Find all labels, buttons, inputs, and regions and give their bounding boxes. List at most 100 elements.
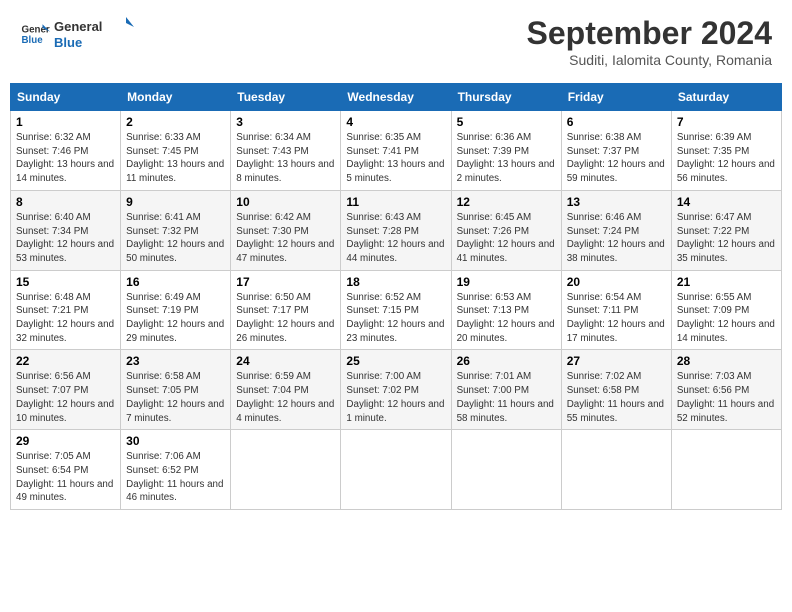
day-info: Sunrise: 7:02 AM Sunset: 6:58 PM Dayligh… [567, 370, 666, 425]
day-info: Sunrise: 6:45 AM Sunset: 7:26 PM Dayligh… [457, 211, 556, 266]
calendar-day-cell: 5 Sunrise: 6:36 AM Sunset: 7:39 PM Daylig… [451, 111, 561, 191]
calendar-day-cell [671, 430, 781, 510]
day-info: Sunrise: 6:33 AM Sunset: 7:45 PM Dayligh… [126, 131, 225, 186]
calendar-table: SundayMondayTuesdayWednesdayThursdayFrid… [10, 83, 782, 510]
calendar-day-cell: 12 Sunrise: 6:45 AM Sunset: 7:26 PM Dayli… [451, 190, 561, 270]
day-number: 22 [16, 354, 115, 368]
calendar-day-cell: 1Sunrise: 6:32 AM Sunset: 7:46 PM Daylig… [11, 111, 121, 191]
calendar-day-cell: 6 Sunrise: 6:38 AM Sunset: 7:37 PM Daylig… [561, 111, 671, 191]
day-number: 26 [457, 354, 556, 368]
day-info: Sunrise: 6:59 AM Sunset: 7:04 PM Dayligh… [236, 370, 335, 425]
day-number: 14 [677, 195, 776, 209]
day-number: 19 [457, 275, 556, 289]
svg-text:General: General [22, 25, 51, 36]
day-info: Sunrise: 6:35 AM Sunset: 7:41 PM Dayligh… [346, 131, 445, 186]
day-info: Sunrise: 6:54 AM Sunset: 7:11 PM Dayligh… [567, 291, 666, 346]
day-number: 15 [16, 275, 115, 289]
calendar-day-cell: 27Sunrise: 7:02 AM Sunset: 6:58 PM Dayli… [561, 350, 671, 430]
column-header-wednesday: Wednesday [341, 84, 451, 111]
day-number: 16 [126, 275, 225, 289]
calendar-day-cell: 22 Sunrise: 6:56 AM Sunset: 7:07 PM Dayli… [11, 350, 121, 430]
day-number: 5 [457, 115, 556, 129]
day-number: 18 [346, 275, 445, 289]
svg-text:Blue: Blue [54, 35, 82, 50]
day-info: Sunrise: 6:50 AM Sunset: 7:17 PM Dayligh… [236, 291, 335, 346]
day-info: Sunrise: 7:06 AM Sunset: 6:52 PM Dayligh… [126, 450, 225, 505]
calendar-day-cell: 29Sunrise: 7:05 AM Sunset: 6:54 PM Dayli… [11, 430, 121, 510]
day-number: 11 [346, 195, 445, 209]
calendar-day-cell: 10 Sunrise: 6:42 AM Sunset: 7:30 PM Dayli… [231, 190, 341, 270]
calendar-day-cell: 7Sunrise: 6:39 AM Sunset: 7:35 PM Daylig… [671, 111, 781, 191]
day-info: Sunrise: 6:52 AM Sunset: 7:15 PM Dayligh… [346, 291, 445, 346]
day-info: Sunrise: 7:05 AM Sunset: 6:54 PM Dayligh… [16, 450, 115, 505]
day-info: Sunrise: 6:53 AM Sunset: 7:13 PM Dayligh… [457, 291, 556, 346]
column-header-thursday: Thursday [451, 84, 561, 111]
calendar-day-cell: 24 Sunrise: 6:59 AM Sunset: 7:04 PM Dayli… [231, 350, 341, 430]
day-info: Sunrise: 6:48 AM Sunset: 7:21 PM Dayligh… [16, 291, 115, 346]
day-info: Sunrise: 6:49 AM Sunset: 7:19 PM Dayligh… [126, 291, 225, 346]
calendar-week-3: 15 Sunrise: 6:48 AM Sunset: 7:21 PM Dayli… [11, 270, 782, 350]
logo-text: General Blue [54, 15, 134, 53]
day-info: Sunrise: 6:38 AM Sunset: 7:37 PM Dayligh… [567, 131, 666, 186]
day-info: Sunrise: 6:41 AM Sunset: 7:32 PM Dayligh… [126, 211, 225, 266]
calendar-header-row: SundayMondayTuesdayWednesdayThursdayFrid… [11, 84, 782, 111]
day-number: 6 [567, 115, 666, 129]
day-number: 21 [677, 275, 776, 289]
calendar-day-cell: 18 Sunrise: 6:52 AM Sunset: 7:15 PM Dayli… [341, 270, 451, 350]
day-number: 12 [457, 195, 556, 209]
title-block: September 2024 Suditi, Ialomita County, … [527, 15, 772, 68]
day-info: Sunrise: 6:46 AM Sunset: 7:24 PM Dayligh… [567, 211, 666, 266]
svg-text:General: General [54, 19, 102, 34]
day-number: 23 [126, 354, 225, 368]
calendar-day-cell: 23 Sunrise: 6:58 AM Sunset: 7:05 PM Dayli… [121, 350, 231, 430]
day-number: 7 [677, 115, 776, 129]
day-number: 10 [236, 195, 335, 209]
logo-icon: General Blue [20, 19, 50, 49]
calendar-week-2: 8 Sunrise: 6:40 AM Sunset: 7:34 PM Daylig… [11, 190, 782, 270]
day-number: 30 [126, 434, 225, 448]
calendar-day-cell: 20 Sunrise: 6:54 AM Sunset: 7:11 PM Dayli… [561, 270, 671, 350]
day-info: Sunrise: 6:34 AM Sunset: 7:43 PM Dayligh… [236, 131, 335, 186]
column-header-monday: Monday [121, 84, 231, 111]
calendar-day-cell [561, 430, 671, 510]
calendar-day-cell: 4Sunrise: 6:35 AM Sunset: 7:41 PM Daylig… [341, 111, 451, 191]
calendar-day-cell: 17 Sunrise: 6:50 AM Sunset: 7:17 PM Dayli… [231, 270, 341, 350]
day-info: Sunrise: 6:55 AM Sunset: 7:09 PM Dayligh… [677, 291, 776, 346]
day-number: 20 [567, 275, 666, 289]
calendar-day-cell: 3Sunrise: 6:34 AM Sunset: 7:43 PM Daylig… [231, 111, 341, 191]
day-info: Sunrise: 6:42 AM Sunset: 7:30 PM Dayligh… [236, 211, 335, 266]
calendar-day-cell [451, 430, 561, 510]
svg-text:Blue: Blue [22, 35, 44, 46]
column-header-friday: Friday [561, 84, 671, 111]
calendar-day-cell: 2Sunrise: 6:33 AM Sunset: 7:45 PM Daylig… [121, 111, 231, 191]
calendar-day-cell: 14Sunrise: 6:47 AM Sunset: 7:22 PM Dayli… [671, 190, 781, 270]
day-info: Sunrise: 6:56 AM Sunset: 7:07 PM Dayligh… [16, 370, 115, 425]
calendar-week-5: 29Sunrise: 7:05 AM Sunset: 6:54 PM Dayli… [11, 430, 782, 510]
location-subtitle: Suditi, Ialomita County, Romania [527, 52, 772, 68]
calendar-week-1: 1Sunrise: 6:32 AM Sunset: 7:46 PM Daylig… [11, 111, 782, 191]
calendar-day-cell: 8 Sunrise: 6:40 AM Sunset: 7:34 PM Daylig… [11, 190, 121, 270]
day-info: Sunrise: 6:36 AM Sunset: 7:39 PM Dayligh… [457, 131, 556, 186]
calendar-day-cell: 15 Sunrise: 6:48 AM Sunset: 7:21 PM Dayli… [11, 270, 121, 350]
day-number: 17 [236, 275, 335, 289]
day-number: 24 [236, 354, 335, 368]
day-number: 13 [567, 195, 666, 209]
column-header-sunday: Sunday [11, 84, 121, 111]
column-header-tuesday: Tuesday [231, 84, 341, 111]
day-info: Sunrise: 6:40 AM Sunset: 7:34 PM Dayligh… [16, 211, 115, 266]
calendar-day-cell: 19 Sunrise: 6:53 AM Sunset: 7:13 PM Dayli… [451, 270, 561, 350]
page-header: General Blue General Blue September 2024… [10, 10, 782, 73]
day-number: 8 [16, 195, 115, 209]
calendar-day-cell: 26 Sunrise: 7:01 AM Sunset: 7:00 PM Dayli… [451, 350, 561, 430]
calendar-day-cell [231, 430, 341, 510]
day-info: Sunrise: 6:43 AM Sunset: 7:28 PM Dayligh… [346, 211, 445, 266]
day-info: Sunrise: 6:32 AM Sunset: 7:46 PM Dayligh… [16, 131, 115, 186]
calendar-day-cell [341, 430, 451, 510]
day-info: Sunrise: 7:03 AM Sunset: 6:56 PM Dayligh… [677, 370, 776, 425]
column-header-saturday: Saturday [671, 84, 781, 111]
calendar-day-cell: 13 Sunrise: 6:46 AM Sunset: 7:24 PM Dayli… [561, 190, 671, 270]
day-info: Sunrise: 6:58 AM Sunset: 7:05 PM Dayligh… [126, 370, 225, 425]
day-info: Sunrise: 7:01 AM Sunset: 7:00 PM Dayligh… [457, 370, 556, 425]
calendar-day-cell: 9Sunrise: 6:41 AM Sunset: 7:32 PM Daylig… [121, 190, 231, 270]
calendar-day-cell: 21 Sunrise: 6:55 AM Sunset: 7:09 PM Dayli… [671, 270, 781, 350]
